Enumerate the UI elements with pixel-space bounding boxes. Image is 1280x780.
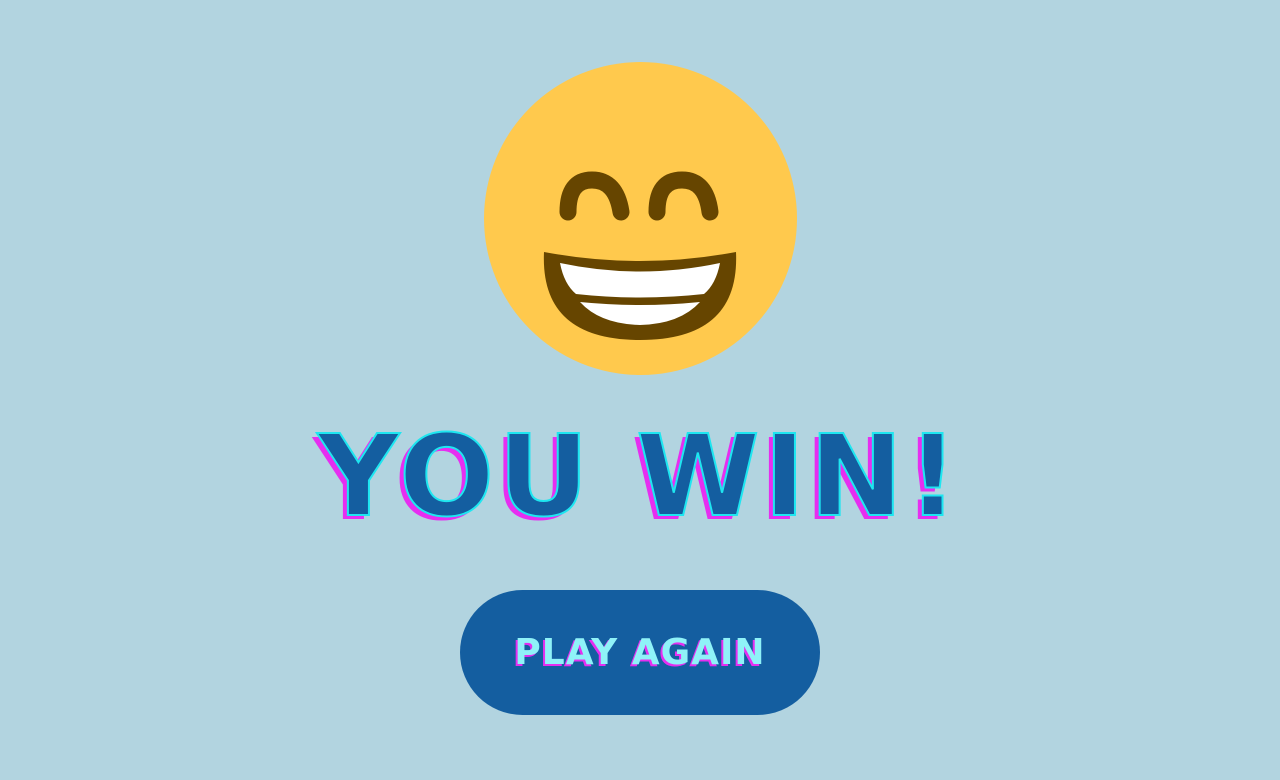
play-again-button[interactable]: PLAY AGAIN (460, 590, 820, 715)
grinning-face-icon (484, 62, 797, 375)
win-title: YOU WIN! (317, 412, 963, 542)
play-again-label: PLAY AGAIN (514, 632, 766, 673)
